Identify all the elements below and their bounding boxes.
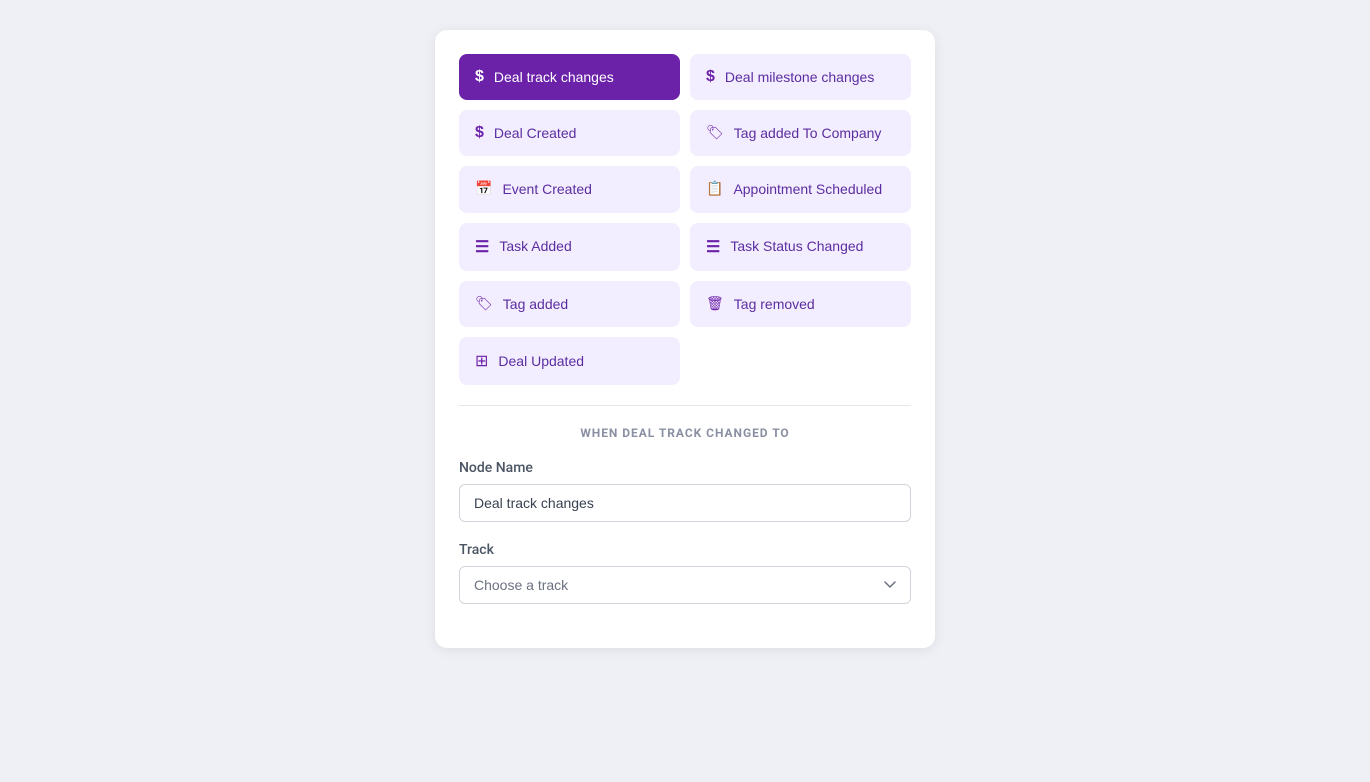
trigger-appointment-scheduled[interactable]: Appointment Scheduled xyxy=(690,166,911,212)
node-name-group: Node Name xyxy=(459,460,911,522)
dollar-icon xyxy=(475,124,484,142)
tag-icon xyxy=(706,124,724,142)
trigger-task-status-changed[interactable]: Task Status Changed xyxy=(690,223,911,271)
trigger-label: Appointment Scheduled xyxy=(733,180,882,198)
trigger-deal-created[interactable]: Deal Created xyxy=(459,110,680,156)
node-name-input[interactable] xyxy=(459,484,911,522)
empty-cell xyxy=(690,337,911,385)
tag-remove-icon xyxy=(706,295,724,313)
appointment-icon xyxy=(706,180,723,198)
trigger-tag-removed[interactable]: Tag removed xyxy=(690,281,911,327)
taskstatus-icon xyxy=(706,237,720,257)
trigger-label: Deal milestone changes xyxy=(725,68,874,86)
section-divider xyxy=(459,405,911,406)
trigger-grid: Deal track changes Deal milestone change… xyxy=(459,54,911,385)
trigger-task-added[interactable]: Task Added xyxy=(459,223,680,271)
trigger-deal-updated[interactable]: Deal Updated xyxy=(459,337,680,385)
track-select[interactable]: Choose a track Track A Track B Track C xyxy=(459,566,911,604)
track-group: Track Choose a track Track A Track B Tra… xyxy=(459,542,911,604)
tasklist-icon xyxy=(475,237,489,257)
deal-updated-icon xyxy=(475,351,488,371)
trigger-label: Deal Updated xyxy=(498,352,584,370)
trigger-tag-added[interactable]: Tag added xyxy=(459,281,680,327)
trigger-label: Event Created xyxy=(502,180,592,198)
trigger-tag-added-to-company[interactable]: Tag added To Company xyxy=(690,110,911,156)
main-card: Deal track changes Deal milestone change… xyxy=(435,30,935,648)
trigger-deal-track-changes[interactable]: Deal track changes xyxy=(459,54,680,100)
trigger-label: Task Status Changed xyxy=(730,237,863,255)
trigger-deal-milestone-changes[interactable]: Deal milestone changes xyxy=(690,54,911,100)
dollar-icon xyxy=(706,68,715,86)
tag-add-icon xyxy=(475,295,493,313)
node-name-label: Node Name xyxy=(459,460,911,476)
trigger-event-created[interactable]: Event Created xyxy=(459,166,680,212)
section-title: WHEN DEAL TRACK CHANGED TO xyxy=(459,426,911,440)
trigger-label: Deal Created xyxy=(494,124,577,142)
trigger-label: Tag added To Company xyxy=(734,124,882,142)
trigger-label: Task Added xyxy=(499,237,571,255)
track-label: Track xyxy=(459,542,911,558)
trigger-label: Tag added xyxy=(503,295,568,313)
trigger-label: Tag removed xyxy=(734,295,815,313)
calendar-icon xyxy=(475,180,492,198)
trigger-label: Deal track changes xyxy=(494,68,614,86)
dollar-icon xyxy=(475,68,484,86)
